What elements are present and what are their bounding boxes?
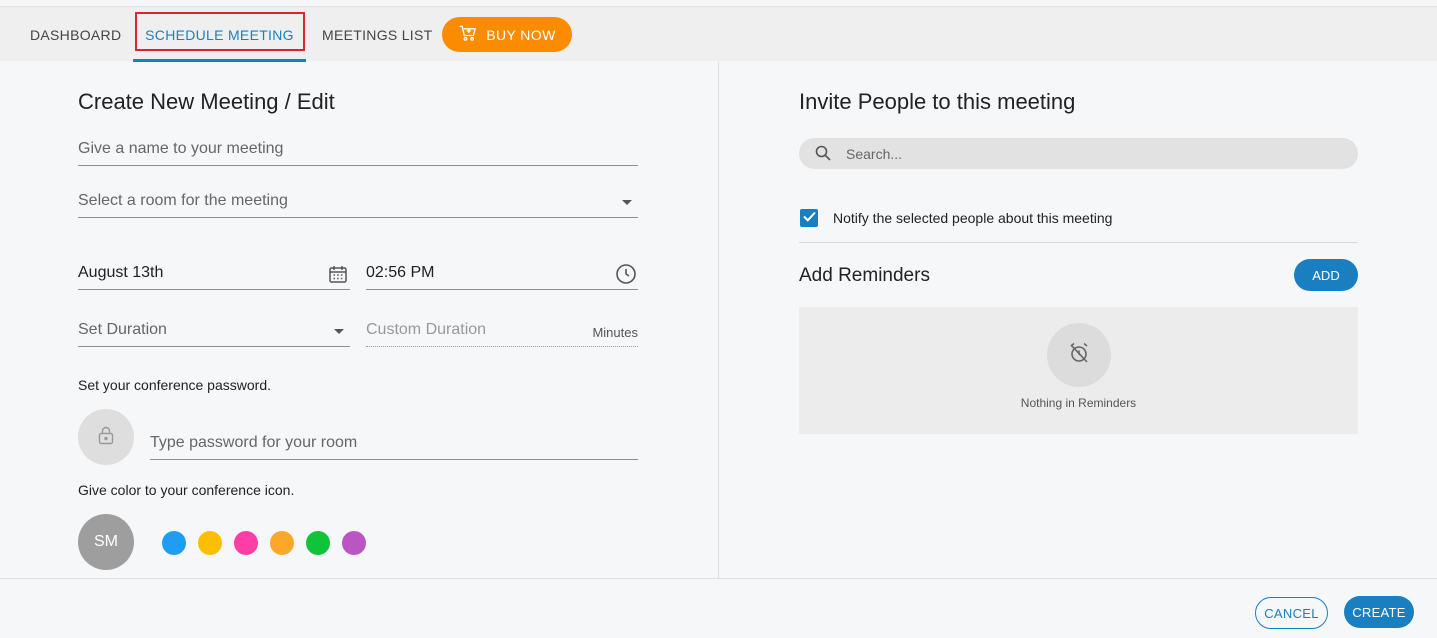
color-section-label: Give color to your conference icon. — [78, 482, 295, 498]
create-meeting-panel: Create New Meeting / Edit Give a name to… — [0, 62, 718, 578]
people-search[interactable] — [799, 138, 1358, 169]
calendar-icon[interactable] — [326, 262, 350, 286]
page-title: Create New Meeting / Edit — [78, 89, 335, 114]
add-reminder-label: ADD — [1312, 267, 1340, 283]
custom-duration-field[interactable]: Custom Duration Minutes — [366, 315, 638, 347]
password-field[interactable]: Type password for your room — [150, 428, 638, 460]
date-value: August 13th — [78, 264, 164, 281]
color-swatch[interactable] — [306, 531, 330, 555]
invite-panel: Invite People to this meeting Notify the… — [719, 62, 1437, 578]
room-select-placeholder: Select a room for the meeting — [78, 192, 288, 209]
cart-icon — [458, 23, 478, 46]
search-input[interactable] — [846, 138, 1326, 169]
password-section-label: Set your conference password. — [78, 377, 271, 393]
meeting-name-field[interactable]: Give a name to your meeting — [78, 134, 638, 166]
duration-placeholder: Set Duration — [78, 321, 167, 338]
cancel-button[interactable]: CANCEL — [1255, 597, 1328, 629]
tab-dashboard[interactable]: DASHBOARD — [30, 7, 121, 62]
chevron-down-icon — [334, 329, 344, 334]
cancel-label: CANCEL — [1264, 605, 1319, 621]
date-field[interactable]: August 13th — [78, 258, 350, 290]
time-field[interactable]: 02:56 PM — [366, 258, 638, 290]
custom-duration-placeholder: Custom Duration — [366, 321, 487, 338]
color-swatch[interactable] — [162, 531, 186, 555]
tab-meetings-list[interactable]: MEETINGS LIST — [322, 7, 432, 62]
color-swatch[interactable] — [270, 531, 294, 555]
top-nav-bar: DASHBOARD SCHEDULE MEETING MEETINGS LIST… — [0, 6, 1437, 62]
clock-icon[interactable] — [614, 262, 638, 286]
password-placeholder: Type password for your room — [150, 434, 358, 451]
reminders-empty-state: Nothing in Reminders — [799, 307, 1358, 434]
room-select[interactable]: Select a room for the meeting — [78, 186, 638, 218]
time-value: 02:56 PM — [366, 264, 435, 281]
notify-checkbox[interactable] — [800, 209, 818, 227]
add-reminder-button[interactable]: ADD — [1294, 259, 1358, 291]
meeting-name-placeholder: Give a name to your meeting — [78, 140, 284, 157]
section-divider — [799, 242, 1358, 243]
create-label: CREATE — [1352, 604, 1406, 620]
buy-now-button[interactable]: BUY NOW — [442, 17, 572, 52]
duration-select[interactable]: Set Duration — [78, 315, 350, 347]
color-swatch[interactable] — [234, 531, 258, 555]
lock-badge — [78, 409, 134, 465]
chevron-down-icon — [622, 200, 632, 205]
reminders-title: Add Reminders — [799, 265, 930, 286]
lock-icon — [97, 425, 115, 450]
conference-avatar: SM — [78, 514, 134, 570]
buy-now-label: BUY NOW — [486, 26, 556, 43]
color-swatch[interactable] — [198, 531, 222, 555]
avatar-initials: SM — [94, 533, 118, 550]
empty-reminders-text: Nothing in Reminders — [1020, 396, 1137, 410]
notify-label[interactable]: Notify the selected people about this me… — [833, 210, 1112, 226]
alarm-off-icon — [1067, 341, 1091, 370]
invite-title: Invite People to this meeting — [799, 89, 1076, 114]
color-swatch[interactable] — [342, 531, 366, 555]
checkmark-icon — [802, 209, 816, 227]
minutes-suffix: Minutes — [592, 325, 638, 340]
footer-actions: CANCEL CREATE — [0, 578, 1437, 638]
highlight-outline — [135, 12, 305, 51]
alarm-off-badge — [1047, 323, 1111, 387]
tab-schedule-meeting[interactable]: SCHEDULE MEETING — [133, 7, 306, 62]
create-button[interactable]: CREATE — [1344, 596, 1414, 628]
